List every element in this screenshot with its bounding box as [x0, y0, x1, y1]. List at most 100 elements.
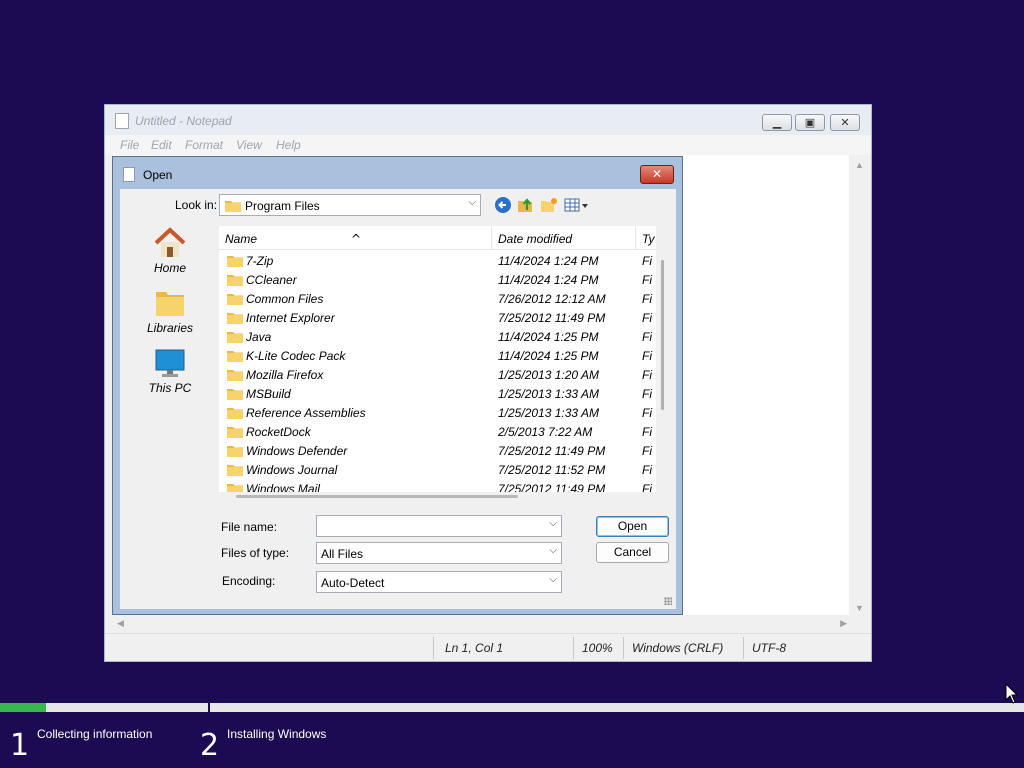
- place-home-label: Home: [153, 261, 186, 275]
- new-folder-icon[interactable]: [540, 196, 558, 214]
- file-row[interactable]: Reference Assemblies 1/25/2013 1:33 AM Fi: [219, 403, 656, 422]
- dialog-close-button[interactable]: ✕: [640, 165, 674, 184]
- folder-icon: [227, 446, 243, 457]
- chevron-down-icon[interactable]: ⌵: [549, 518, 557, 529]
- file-row[interactable]: Windows Defender 7/25/2012 11:49 PM Fi: [219, 441, 656, 460]
- file-name: Reference Assemblies: [246, 406, 366, 420]
- file-name: Mozilla Firefox: [246, 368, 324, 382]
- step-label: Installing Windows: [227, 727, 327, 741]
- folder-icon: [227, 294, 243, 305]
- open-dialog: Open ✕ Look in: Program Files ⌵ Home Lib…: [112, 156, 683, 615]
- encoding-select[interactable]: Auto-Detect ⌵: [316, 571, 562, 593]
- step-number: 2: [200, 728, 220, 763]
- file-type: Fi: [642, 463, 652, 477]
- back-icon[interactable]: [494, 196, 512, 214]
- mouse-pointer-icon: [1005, 683, 1019, 704]
- file-row[interactable]: Windows Journal 7/25/2012 11:52 PM Fi: [219, 460, 656, 479]
- vertical-scrollbar[interactable]: ▲ ▼: [849, 155, 869, 615]
- chevron-down-icon: ⌵: [549, 574, 557, 585]
- file-list-header: ^ Name Date modified Ty: [219, 226, 656, 250]
- file-date: 11/4/2024 1:25 PM: [498, 349, 599, 363]
- open-button[interactable]: Open: [596, 516, 669, 537]
- scroll-right-icon[interactable]: ▶: [840, 618, 847, 629]
- resize-grip[interactable]: [664, 597, 672, 605]
- file-list[interactable]: ^ Name Date modified Ty 7-Zip 11/4/2024 1…: [219, 226, 656, 492]
- file-row[interactable]: K-Lite Codec Pack 11/4/2024 1:25 PM Fi: [219, 346, 656, 365]
- horizontal-scrollbar[interactable]: ◀ ▶: [113, 615, 849, 633]
- file-date: 7/25/2012 11:49 PM: [498, 311, 606, 325]
- up-folder-icon[interactable]: [516, 196, 534, 214]
- notepad-title-bar[interactable]: Untitled - Notepad ▁ ▣ ✕: [105, 105, 871, 135]
- file-date: 7/25/2012 11:52 PM: [498, 463, 606, 477]
- folder-icon: [227, 484, 243, 492]
- file-row[interactable]: 7-Zip 11/4/2024 1:24 PM Fi: [219, 251, 656, 270]
- file-type: Fi: [642, 273, 652, 287]
- look-in-dropdown[interactable]: Program Files ⌵: [219, 194, 481, 216]
- file-row[interactable]: MSBuild 1/25/2013 1:33 AM Fi: [219, 384, 656, 403]
- folder-icon: [227, 427, 243, 438]
- folder-icon: [227, 313, 243, 324]
- notepad-icon: [115, 113, 129, 129]
- folder-icon: [225, 201, 241, 212]
- file-date: 2/5/2013 7:22 AM: [498, 425, 593, 439]
- file-date: 1/25/2013 1:33 AM: [498, 406, 599, 420]
- file-date: 7/25/2012 11:49 PM: [498, 482, 606, 492]
- folder-icon: [227, 275, 243, 286]
- column-type[interactable]: Ty: [642, 232, 654, 246]
- file-row[interactable]: Common Files 7/26/2012 12:12 AM Fi: [219, 289, 656, 308]
- file-date: 11/4/2024 1:25 PM: [498, 330, 599, 344]
- scroll-down-icon[interactable]: ▼: [855, 603, 864, 613]
- file-list-horizontal-scrollbar[interactable]: [236, 495, 518, 498]
- scroll-left-icon[interactable]: ◀: [117, 618, 124, 629]
- dialog-title: Open: [143, 168, 173, 182]
- status-position: Ln 1, Col 1: [445, 641, 504, 655]
- menu-bar: File Edit Format View Help: [105, 135, 871, 155]
- place-this-pc[interactable]: This PC: [130, 347, 210, 395]
- file-name: CCleaner: [246, 273, 297, 287]
- file-date: 1/25/2013 1:20 AM: [498, 368, 599, 382]
- folder-icon: [227, 256, 243, 267]
- cancel-button[interactable]: Cancel: [596, 542, 669, 563]
- file-name: Windows Defender: [246, 444, 348, 458]
- file-name: MSBuild: [246, 387, 291, 401]
- file-type: Fi: [642, 387, 652, 401]
- file-type: Fi: [642, 444, 652, 458]
- minimize-button[interactable]: ▁: [762, 114, 792, 131]
- file-list-vertical-scrollbar[interactable]: [659, 226, 667, 492]
- view-menu-icon[interactable]: [564, 196, 590, 214]
- menu-file[interactable]: File: [120, 138, 139, 152]
- file-date: 7/25/2012 11:49 PM: [498, 444, 606, 458]
- file-type: Fi: [642, 292, 652, 306]
- dialog-body: Look in: Program Files ⌵ Home Libraries …: [120, 189, 676, 609]
- scroll-up-icon[interactable]: ▲: [855, 160, 864, 170]
- step-label: Collecting information: [37, 727, 153, 741]
- place-home[interactable]: Home: [130, 227, 210, 275]
- files-of-type-label: Files of type:: [221, 546, 290, 560]
- menu-edit[interactable]: Edit: [151, 138, 172, 152]
- place-libraries[interactable]: Libraries: [130, 287, 210, 335]
- file-row[interactable]: CCleaner 11/4/2024 1:24 PM Fi: [219, 270, 656, 289]
- menu-view[interactable]: View: [236, 138, 262, 152]
- menu-format[interactable]: Format: [185, 138, 223, 152]
- file-row[interactable]: Java 11/4/2024 1:25 PM Fi: [219, 327, 656, 346]
- look-in-label: Look in:: [175, 198, 218, 212]
- file-type: Fi: [642, 330, 652, 344]
- file-row[interactable]: Windows Mail 7/25/2012 11:49 PM Fi: [219, 479, 656, 492]
- menu-help[interactable]: Help: [276, 138, 301, 152]
- file-name-input[interactable]: ⌵: [316, 515, 562, 537]
- column-date-modified[interactable]: Date modified: [498, 232, 572, 246]
- status-encoding: UTF-8: [752, 641, 786, 655]
- dialog-icon: [123, 167, 135, 182]
- step-number: 1: [10, 728, 30, 763]
- file-row[interactable]: Mozilla Firefox 1/25/2013 1:20 AM Fi: [219, 365, 656, 384]
- files-of-type-select[interactable]: All Files ⌵: [316, 542, 562, 564]
- close-button[interactable]: ✕: [830, 114, 860, 131]
- file-name: Common Files: [246, 292, 324, 306]
- column-name[interactable]: Name: [225, 232, 257, 246]
- file-row[interactable]: Internet Explorer 7/25/2012 11:49 PM Fi: [219, 308, 656, 327]
- dialog-title-bar[interactable]: Open ✕: [113, 157, 682, 191]
- file-row[interactable]: RocketDock 2/5/2013 7:22 AM Fi: [219, 422, 656, 441]
- status-bar: Ln 1, Col 1 100% Windows (CRLF) UTF-8: [105, 633, 871, 661]
- maximize-button[interactable]: ▣: [795, 114, 825, 131]
- folder-icon: [227, 370, 243, 381]
